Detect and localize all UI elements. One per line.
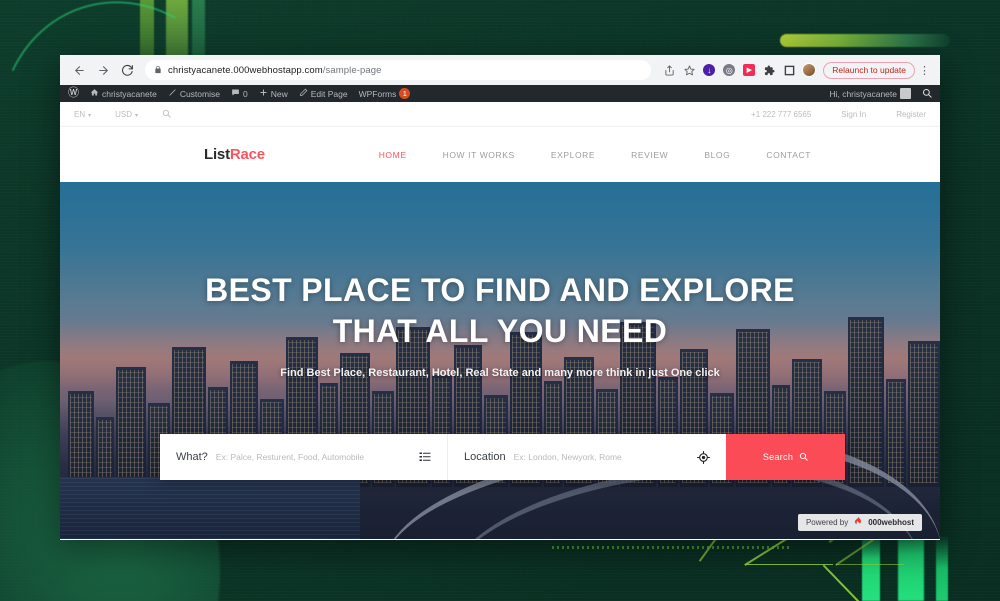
house-icon (90, 88, 99, 99)
wp-edit-page-label: Edit Page (310, 88, 348, 99)
wallpaper-top-bar (780, 34, 950, 47)
search-panel: What? Ex: Palce, Resturent, Food, Automo… (160, 434, 845, 480)
address-bar[interactable]: christyacanete.000webhostapp.com/sample-… (145, 60, 652, 80)
profile-avatar[interactable] (800, 61, 818, 79)
nav-item-home[interactable]: HOME (379, 150, 407, 160)
site-logo[interactable]: ListRace (204, 146, 265, 163)
list-icon[interactable] (419, 451, 431, 463)
main-menu: HOME HOW IT WORKS EXPLORE REVIEW BLOG CO… (343, 150, 811, 160)
pencil-icon (299, 88, 308, 99)
wp-edit-page[interactable]: Edit Page (299, 88, 348, 99)
wordpress-logo: Ⓦ (68, 87, 79, 99)
search-location-placeholder: Ex: London, Newyork, Rome (513, 452, 622, 462)
search-what-placeholder: Ex: Palce, Resturent, Food, Automobile (215, 452, 365, 462)
search-location-field[interactable]: Location Ex: London, Newyork, Rome (448, 434, 726, 480)
wp-customise-label: Customise (179, 88, 220, 99)
site-topbar: EN ▾ USD ▾ +1 222 777 6565 Sign In Registe… (60, 102, 940, 127)
wp-wpforms-badge: 1 (399, 88, 411, 99)
gray-extension-icon[interactable]: ◎ (720, 61, 738, 79)
wp-comments[interactable]: 0 (231, 88, 248, 99)
wp-logo-menu[interactable]: Ⓦ (68, 88, 79, 99)
register-link[interactable]: Register (896, 110, 926, 119)
webhost-name: 000webhost (868, 518, 914, 527)
language-selector[interactable]: EN ▾ (74, 110, 91, 119)
wp-search-button[interactable] (922, 88, 932, 100)
currency-selector[interactable]: USD ▾ (115, 110, 138, 119)
nav-item-blog[interactable]: BLOG (704, 150, 730, 160)
red-extension-icon[interactable]: ▶ (740, 61, 758, 79)
site-navigation: ListRace HOME HOW IT WORKS EXPLORE REVIE… (60, 127, 940, 182)
url-domain: christyacanete.000webhostapp.com (168, 64, 323, 76)
phone-number: +1 222 777 6565 (751, 109, 812, 119)
square-extension-icon[interactable] (780, 61, 798, 79)
nav-item-contact[interactable]: CONTACT (766, 150, 811, 160)
sign-in-link[interactable]: Sign In (841, 110, 866, 119)
search-location-label: Location (464, 451, 506, 463)
search-button-label: Search (762, 452, 794, 462)
hero-content: BEST PLACE TO FIND AND EXPLORE THAT ALL … (60, 182, 940, 539)
topbar-search-icon[interactable] (162, 109, 171, 120)
forward-arrow-icon[interactable] (92, 59, 114, 81)
currency-label: USD (115, 109, 133, 119)
url-path: /sample-page (322, 64, 382, 76)
hero-section: BEST PLACE TO FIND AND EXPLORE THAT ALL … (60, 182, 940, 539)
url-text: christyacanete.000webhostapp.com/sample-… (168, 65, 382, 76)
logo-part-2: Race (229, 146, 265, 163)
search-button[interactable]: Search (726, 434, 845, 480)
hero-heading: BEST PLACE TO FIND AND EXPLORE THAT ALL … (205, 270, 795, 352)
wp-new[interactable]: New (259, 88, 288, 99)
comment-icon (231, 88, 240, 99)
star-icon[interactable] (680, 61, 698, 79)
desktop-wallpaper: christyacanete.000webhostapp.com/sample-… (0, 0, 1000, 601)
search-what-label: What? (176, 451, 208, 463)
browser-window: christyacanete.000webhostapp.com/sample-… (60, 55, 940, 540)
wp-comments-count: 0 (242, 88, 248, 99)
hero-heading-line1: BEST PLACE TO FIND AND EXPLORE (205, 272, 795, 308)
wallpaper-dotted-line (552, 546, 792, 549)
nav-item-explore[interactable]: EXPLORE (551, 150, 595, 160)
chevron-down-icon: ▾ (135, 112, 139, 119)
plus-icon (259, 88, 268, 99)
nav-item-review[interactable]: REVIEW (631, 150, 668, 160)
wallpaper-vertical-bar (936, 535, 948, 601)
lock-icon (154, 61, 162, 79)
wp-site-name-label: christyacanete (102, 88, 157, 99)
chevron-down-icon: ▾ (88, 112, 92, 119)
hero-heading-line2: THAT ALL YOU NEED (332, 312, 668, 349)
language-label: EN (74, 109, 86, 119)
wp-customise[interactable]: Customise (168, 88, 220, 99)
avatar (900, 88, 911, 99)
wp-account-menu[interactable]: Hi, christyacanete (829, 88, 911, 99)
paintbrush-icon (168, 88, 177, 99)
geolocate-icon[interactable] (697, 450, 710, 464)
logo-part-1: List (204, 146, 230, 163)
back-arrow-icon[interactable] (68, 59, 90, 81)
wp-site-name[interactable]: christyacanete (90, 88, 157, 99)
search-icon (799, 452, 808, 463)
wordpress-admin-bar: Ⓦ christyacanete Customise 0 New Edit Pa… (60, 85, 940, 102)
browser-toolbar: christyacanete.000webhostapp.com/sample-… (60, 55, 940, 85)
site-topbar-left: EN ▾ USD ▾ (74, 109, 195, 120)
wallpaper-line (745, 563, 833, 565)
kebab-menu-icon[interactable]: ⋮ (917, 64, 932, 77)
000webhost-logo (852, 516, 864, 530)
wallpaper-line (836, 563, 904, 565)
puzzle-extension-icon[interactable] (760, 61, 778, 79)
wp-greeting-label: Hi, christyacanete (829, 88, 897, 99)
hero-subheading: Find Best Place, Restaurant, Hotel, Real… (280, 366, 720, 379)
wp-new-label: New (270, 88, 288, 99)
webhost-prefix: Powered by (805, 518, 849, 527)
share-icon[interactable] (660, 61, 678, 79)
site-topbar-right: +1 222 777 6565 Sign In Register (721, 110, 926, 119)
wp-wpforms[interactable]: WPForms 1 (359, 88, 411, 99)
search-icon (922, 88, 932, 100)
nav-item-how-it-works[interactable]: HOW IT WORKS (443, 150, 515, 160)
reload-icon[interactable] (116, 59, 138, 81)
download-extension-icon[interactable]: ↓ (700, 61, 718, 79)
wp-wpforms-label: WPForms (358, 88, 397, 99)
relaunch-to-update-button[interactable]: Relaunch to update (823, 61, 915, 79)
webhost-badge[interactable]: Powered by 000webhost (797, 514, 922, 531)
search-what-field[interactable]: What? Ex: Palce, Resturent, Food, Automo… (160, 434, 448, 480)
